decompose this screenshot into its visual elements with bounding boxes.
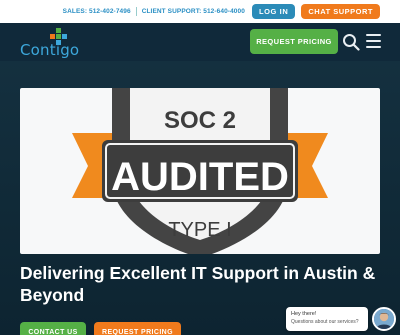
- hero-section: SOC 2 AUDITED TYPE I Delivering Excellen…: [0, 61, 400, 335]
- request-pricing-button[interactable]: REQUEST PRICING: [250, 29, 338, 54]
- chat-prompt: Questions about our services?: [291, 319, 359, 325]
- chat-greeting: Hey there!: [291, 311, 317, 317]
- sales-phone[interactable]: SALES: 512-402-7496: [63, 8, 131, 15]
- soc2-badge-image: SOC 2 AUDITED TYPE I: [20, 88, 380, 254]
- chat-widget-bubble[interactable]: Hey there! Questions about our services?: [286, 307, 368, 331]
- logo-square-icon: [62, 34, 67, 39]
- badge-line2: AUDITED: [111, 155, 289, 199]
- sales-label: SALES:: [62, 8, 88, 15]
- hero-request-pricing-button[interactable]: REQUEST PRICING: [94, 322, 181, 335]
- divider: [135, 7, 137, 16]
- logo-square-icon: [56, 28, 61, 33]
- hamburger-menu-icon[interactable]: [366, 34, 381, 48]
- badge-line3: TYPE I: [168, 219, 231, 241]
- search-icon[interactable]: [342, 33, 360, 51]
- support-label: CLIENT SUPPORT:: [141, 8, 202, 15]
- support-phone-number[interactable]: 512-640-4000: [203, 8, 245, 15]
- top-utility-bar: SALES: 512-402-7496 CLIENT SUPPORT: 512-…: [0, 0, 400, 23]
- person-icon: [374, 309, 394, 329]
- site-header: Contigo REQUEST PRICING: [0, 23, 400, 61]
- logo-square-icon: [50, 34, 55, 39]
- chat-support-button[interactable]: CHAT SUPPORT: [301, 4, 380, 19]
- contigo-logo[interactable]: Contigo: [20, 27, 80, 59]
- badge-line1: SOC 2: [164, 107, 236, 134]
- logo-text: Contigo: [20, 41, 80, 59]
- contact-us-button[interactable]: CONTACT US: [20, 322, 86, 335]
- soc2-audited-badge-icon: SOC 2 AUDITED TYPE I: [72, 88, 328, 254]
- logo-square-icon: [56, 34, 61, 39]
- support-phone[interactable]: CLIENT SUPPORT: 512-640-4000: [142, 8, 245, 15]
- sales-phone-number[interactable]: 512-402-7496: [89, 8, 131, 15]
- chat-agent-avatar[interactable]: [372, 307, 396, 331]
- login-button[interactable]: LOG IN: [251, 4, 296, 19]
- hero-title: Delivering Excellent IT Support in Austi…: [20, 263, 376, 305]
